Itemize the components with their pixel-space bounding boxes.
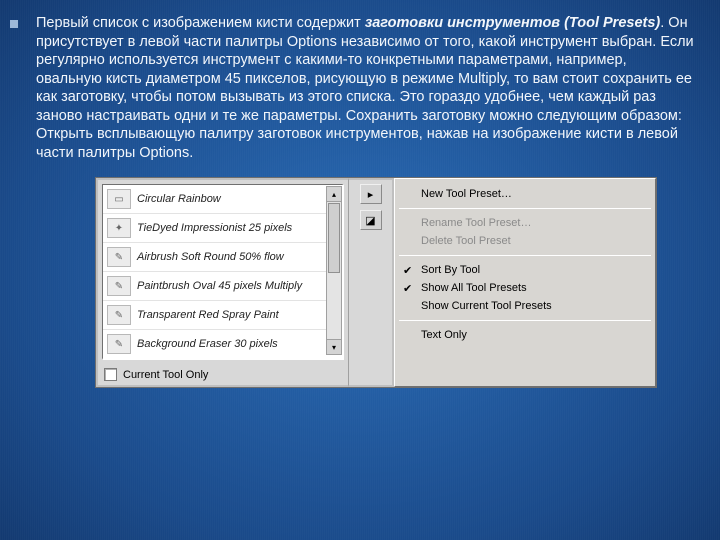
menu-label: Show All Tool Presets <box>421 282 527 294</box>
body-paragraph: Первый список с изображением кисти содер… <box>36 14 694 162</box>
menu-separator <box>399 320 651 321</box>
tool-presets-panel: ▭ Circular Rainbow ✦ TieDyed Impressioni… <box>96 178 656 387</box>
preset-icon: ✦ <box>107 218 131 238</box>
para-pre: Первый список с изображением кисти содер… <box>36 15 365 31</box>
play-icon: ▸ <box>368 188 374 201</box>
flyout-menu: New Tool Preset… Rename Tool Preset… Del… <box>394 178 656 387</box>
scroll-thumb[interactable] <box>328 203 340 273</box>
panel-button-column: ▸ ◪ <box>348 178 394 387</box>
menu-label: Sort By Tool <box>421 264 480 276</box>
preset-list[interactable]: ▭ Circular Rainbow ✦ TieDyed Impressioni… <box>102 184 344 360</box>
preset-icon: ✎ <box>107 247 131 267</box>
menu-rename-tool-preset: Rename Tool Preset… <box>395 214 655 232</box>
menu-text-only[interactable]: Text Only <box>395 326 655 344</box>
new-preset-button[interactable]: ◪ <box>360 210 382 230</box>
menu-label: New Tool Preset… <box>421 188 512 200</box>
preset-icon: ✎ <box>107 276 131 296</box>
para-post: . Он присутствует в левой части палитры … <box>36 15 694 161</box>
preset-label: Circular Rainbow <box>137 193 221 205</box>
preset-label: Background Eraser 30 pixels <box>137 338 278 350</box>
scroll-up-icon[interactable]: ▴ <box>327 187 341 202</box>
current-tool-only-label: Current Tool Only <box>123 369 208 381</box>
preset-scrollbar[interactable]: ▴ ▾ <box>326 186 342 355</box>
menu-label: Text Only <box>421 329 467 341</box>
new-icon: ◪ <box>365 214 375 227</box>
menu-show-all-tool-presets[interactable]: ✔ Show All Tool Presets <box>395 279 655 297</box>
check-icon: ✔ <box>403 264 412 277</box>
preset-label: TieDyed Impressionist 25 pixels <box>137 222 292 234</box>
menu-sort-by-tool[interactable]: ✔ Sort By Tool <box>395 261 655 279</box>
preset-row[interactable]: ✦ TieDyed Impressionist 25 pixels <box>103 214 342 243</box>
menu-new-tool-preset[interactable]: New Tool Preset… <box>395 185 655 203</box>
menu-separator <box>399 255 651 256</box>
preset-label: Paintbrush Oval 45 pixels Multiply <box>137 280 302 292</box>
preset-label: Transparent Red Spray Paint <box>137 309 279 321</box>
menu-separator <box>399 208 651 209</box>
menu-label: Rename Tool Preset… <box>421 217 531 229</box>
preset-row[interactable]: ▭ Circular Rainbow <box>103 185 342 214</box>
preset-icon: ✎ <box>107 334 131 354</box>
preset-icon: ▭ <box>107 189 131 209</box>
check-icon: ✔ <box>403 282 412 295</box>
preset-row[interactable]: ✎ Airbrush Soft Round 50% flow <box>103 243 342 272</box>
flyout-menu-button[interactable]: ▸ <box>360 184 382 204</box>
scroll-down-icon[interactable]: ▾ <box>327 339 341 354</box>
preset-label: Airbrush Soft Round 50% flow <box>137 251 284 263</box>
menu-label: Delete Tool Preset <box>421 235 511 247</box>
preset-icon: ✎ <box>107 305 131 325</box>
menu-delete-tool-preset: Delete Tool Preset <box>395 232 655 250</box>
list-bullet <box>10 20 18 28</box>
current-tool-only-row[interactable]: Current Tool Only <box>98 364 348 385</box>
preset-row[interactable]: ✎ Paintbrush Oval 45 pixels Multiply <box>103 272 342 301</box>
preset-row[interactable]: ✎ Background Eraser 30 pixels <box>103 330 342 359</box>
menu-show-current-tool-presets[interactable]: Show Current Tool Presets <box>395 297 655 315</box>
para-bold: заготовки инструментов (Tool Presets) <box>365 15 660 31</box>
preset-list-pane: ▭ Circular Rainbow ✦ TieDyed Impressioni… <box>96 178 348 387</box>
current-tool-only-checkbox[interactable] <box>104 368 117 381</box>
preset-row[interactable]: ✎ Transparent Red Spray Paint <box>103 301 342 330</box>
menu-label: Show Current Tool Presets <box>421 300 552 312</box>
